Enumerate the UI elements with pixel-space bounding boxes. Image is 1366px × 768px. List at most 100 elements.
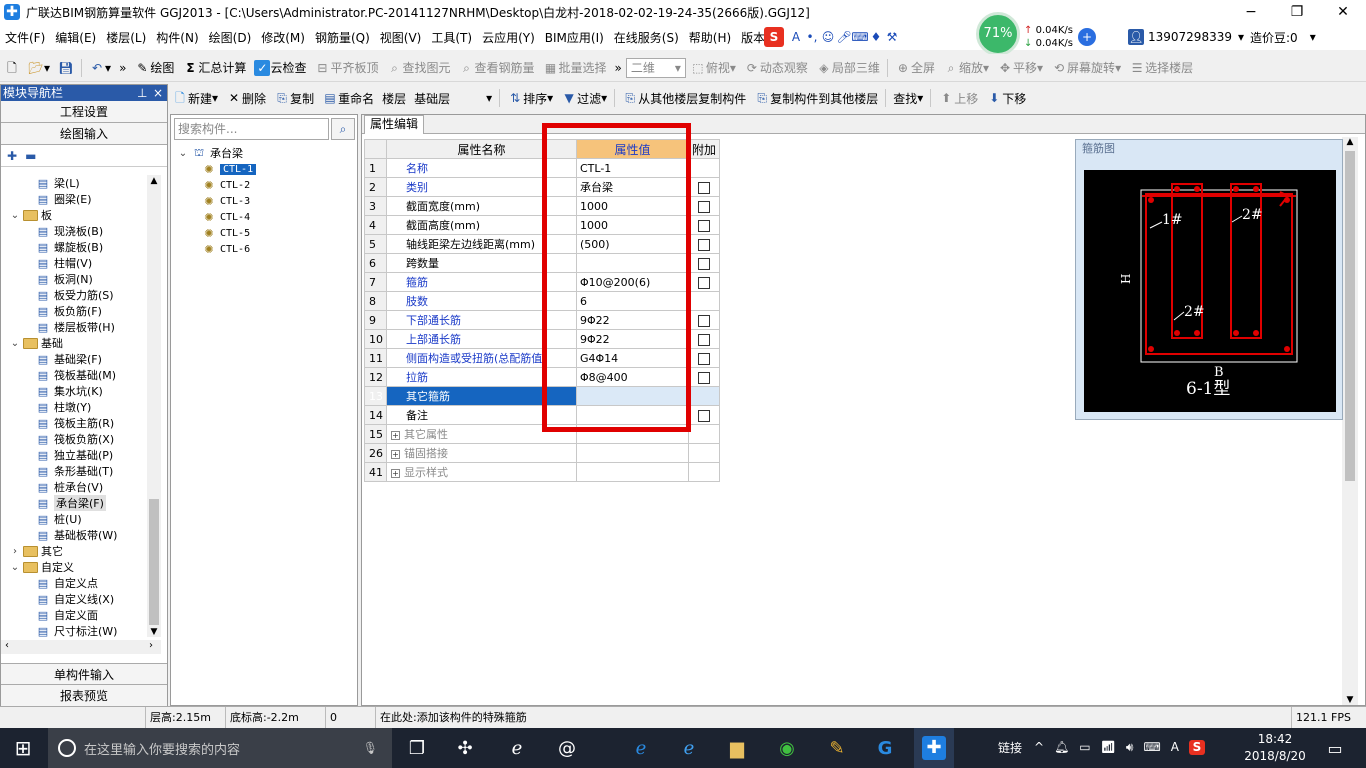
nav-tree-item[interactable]: ▤ 筏板负筋(X) [1,431,147,447]
menu-item[interactable]: 工具(T) [426,29,477,46]
collapse-icon[interactable]: ⌄ [9,210,21,221]
sogou-tray-icon[interactable]: S [1188,740,1205,755]
new-component-button[interactable]: 🗋︎ 新建 ▾ [168,87,222,109]
property-row[interactable]: 6 跨数量 [364,253,721,273]
property-value[interactable] [576,386,689,406]
edge-icon[interactable]: ℯ [628,736,654,760]
nav-tree-item[interactable]: ▤ 独立基础(P) [1,447,147,463]
property-group-row[interactable]: 26 + 锚固搭接 [364,443,721,463]
ime-a-icon[interactable]: A [1171,740,1179,755]
add-checkbox[interactable] [698,371,710,384]
collapse-icon[interactable]: ⌄ [9,562,21,573]
property-value[interactable]: 6 [576,291,689,311]
property-value[interactable]: Φ8@400 [576,367,689,387]
nav-tree-item[interactable]: ▤ 现浇板(B) [1,223,147,239]
maximize-button[interactable]: ❐ [1274,0,1320,24]
nav-hscrollbar[interactable]: ‹ › [1,640,161,654]
nav-tree-item[interactable]: ▤ 条形基础(T) [1,463,147,479]
fullscreen-button[interactable]: ⊕ 全屏 [891,57,939,79]
sogou-s-icon[interactable]: S [764,27,784,47]
undo-button[interactable]: ↶ ▾ [85,57,115,79]
menu-item[interactable]: 文件(F) [0,29,50,46]
search-input[interactable]: 搜索构件... [174,118,329,140]
nav-tree-item[interactable]: ▤ 桩(U) [1,511,147,527]
nav-tree-item[interactable]: ▤ 柱墩(Y) [1,399,147,415]
property-value[interactable]: G4Φ14 [576,348,689,368]
menu-item[interactable]: 修改(M) [256,29,310,46]
nav-tree-item[interactable]: ▤ 承台梁(F) [1,495,147,511]
property-row[interactable]: 4 截面高度(mm) 1000 [364,215,721,235]
collapse-icon[interactable]: ⌄ [177,148,189,159]
search-button[interactable]: ⌕ [331,118,355,140]
notes-app-icon[interactable]: ✎ [824,736,850,760]
nav-tree-item[interactable]: ▤ 尺寸标注(W) [1,623,147,638]
close-icon[interactable]: × [153,85,163,101]
property-row[interactable]: 1 名称 CTL-1 [364,158,721,178]
drawing-input-button[interactable]: 绘图输入 [1,123,167,145]
project-settings-button[interactable]: 工程设置 [1,101,167,123]
nav-tree-item[interactable]: ▤ 柱帽(V) [1,255,147,271]
view-mode-select[interactable]: 二维 ▾ [625,57,686,78]
property-value[interactable] [576,253,689,273]
nav-tree-item[interactable]: ⌄ 板 [1,207,147,223]
add-checkbox[interactable] [698,352,710,365]
move-up-button[interactable]: ⬆ 上移 [934,87,982,109]
minimize-button[interactable]: − [1228,0,1274,24]
ie-blue-icon[interactable]: ℯ [676,736,702,760]
nav-tree-item[interactable]: ▤ 自定义面 [1,607,147,623]
nav-tree-item[interactable]: ▤ 集水坑(K) [1,383,147,399]
add-circle-icon[interactable]: + [1078,28,1096,46]
property-row[interactable]: 3 截面宽度(mm) 1000 [364,196,721,216]
expand-all-icon[interactable]: ✚ [7,149,17,163]
save-button[interactable]: 💾︎ [54,57,78,79]
collapse-all-icon[interactable]: ▬ [25,149,36,163]
add-checkbox[interactable] [698,409,710,422]
notification-bell-icon[interactable]: 🔔︎ [1054,740,1069,755]
add-checkbox[interactable] [698,257,710,270]
pin-icon[interactable]: ⊥ [137,85,147,101]
punct-icon[interactable]: •, [804,29,820,45]
scroll-thumb[interactable] [149,499,159,625]
report-preview-button[interactable]: 报表预览 [1,685,167,707]
more-chevron-2[interactable]: » [611,57,626,79]
zoom-button[interactable]: ⌕ 缩放 ▾ [939,57,993,79]
link-label[interactable]: 链接 [998,728,1022,768]
property-group-row[interactable]: 41 + 显示样式 [364,462,721,482]
menu-item[interactable]: 视图(V) [375,29,427,46]
top-view-button[interactable]: ⬚ 俯视 ▾ [686,57,740,79]
component-root[interactable]: ⌄ ⛫ 承台梁 [177,145,256,161]
battery-icon[interactable]: ▭ [1079,740,1090,755]
add-checkbox[interactable] [698,200,710,213]
menu-item[interactable]: 帮助(H) [684,29,736,46]
volume-icon[interactable]: 🔊︎ [1126,740,1134,755]
copy-to-floor-button[interactable]: ⎘ 复制构件到其他楼层 [750,87,882,109]
tray-up-icon[interactable]: ^ [1034,740,1044,755]
property-value[interactable]: (500) [576,234,689,254]
file-explorer-icon[interactable]: ▆ [724,736,750,760]
swirl-app-icon[interactable]: @ [554,736,580,760]
taskbar-search[interactable]: 在这里输入你要搜索的内容 🎙︎ [48,728,392,768]
local3d-button[interactable]: ◈ 局部三维 [812,57,884,79]
main-vscrollbar[interactable]: ▲ ▼ [1342,137,1358,705]
wrench-icon[interactable]: ⚒ [884,29,900,45]
add-checkbox[interactable] [698,219,710,232]
add-checkbox[interactable] [698,314,710,327]
filter-button[interactable]: ▼ 过滤 ▾ [557,87,611,109]
component-item[interactable]: ✺ CTL-1 [177,161,257,177]
nav-tree-item[interactable]: ▤ 自定义线(X) [1,591,147,607]
keyboard-icon[interactable]: ⌨ [1143,740,1160,755]
wifi-icon[interactable]: 📶︎ [1101,740,1116,755]
nav-tree-item[interactable]: ▤ 筏板基础(M) [1,367,147,383]
user-dropdown-icon[interactable]: ▾ [1238,30,1244,44]
add-checkbox[interactable] [698,333,710,346]
nav-tree-item[interactable]: ▤ 筏板主筋(R) [1,415,147,431]
task-view-icon[interactable]: ❐ [404,736,430,760]
draw-button[interactable]: ✎ 绘图 [130,57,178,79]
nav-tree-item[interactable]: ▤ 板负筋(F) [1,303,147,319]
expand-group-icon[interactable]: + [391,469,400,478]
scroll-up-icon[interactable]: ▲ [147,175,161,187]
property-group-row[interactable]: 15 + 其它属性 [364,424,721,444]
select-floor-button[interactable]: ☰ 选择楼层 [1125,57,1197,79]
view-rebar-button[interactable]: ⌕ 查看钢筋量 [454,57,538,79]
property-row[interactable]: 5 轴线距梁左边线距离(mm) (500) [364,234,721,254]
